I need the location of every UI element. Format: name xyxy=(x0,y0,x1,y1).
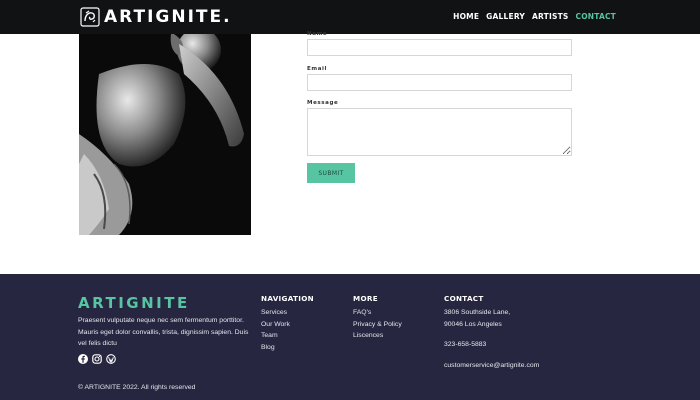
nav-gallery[interactable]: GALLERY xyxy=(486,12,525,21)
logo[interactable]: ARTIGNITE. xyxy=(80,5,232,29)
footer-link-team[interactable]: Team xyxy=(261,330,314,342)
message-field[interactable] xyxy=(307,108,572,156)
wordpress-icon[interactable] xyxy=(106,354,116,364)
contact-heading: CONTACT xyxy=(444,294,484,303)
message-label: Message xyxy=(307,100,339,106)
navigation-heading: NAVIGATION xyxy=(261,294,314,303)
address-line-2: 90046 Los Angeles xyxy=(444,320,502,328)
contact-email-link[interactable]: customerservice@artignite.com xyxy=(444,360,539,372)
footer-link-blog[interactable]: Blog xyxy=(261,342,314,354)
name-label: Name xyxy=(307,31,328,35)
footer-link-our-work[interactable]: Our Work xyxy=(261,319,314,331)
site-header: ARTIGNITE. HOME GALLERY ARTISTS CONTACT xyxy=(0,0,700,34)
footer-link-services[interactable]: Services xyxy=(261,307,314,319)
copyright-text: © ARTIGNITE 2022. All rights reserved xyxy=(78,384,196,391)
nav-contact[interactable]: CONTACT xyxy=(575,12,616,21)
email-field[interactable] xyxy=(307,74,572,91)
footer-link-privacy[interactable]: Privacy & Policy xyxy=(353,319,402,331)
sculpture-image xyxy=(79,34,251,235)
phone-number: 323-658-5883 xyxy=(444,341,487,348)
footer-link-faqs[interactable]: FAQ's xyxy=(353,307,402,319)
more-heading: MORE xyxy=(353,294,378,303)
footer-navigation-column: NAVIGATION Services Our Work Team Blog xyxy=(261,294,314,353)
site-footer: ARTIGNITE Praesent vulputate neque nec s… xyxy=(0,274,700,400)
email-label: Email xyxy=(307,66,327,72)
name-field[interactable] xyxy=(307,39,572,56)
footer-more-column: MORE FAQ's Privacy & Policy Liscences xyxy=(353,294,402,342)
footer-description: Praesent vulputate neque nec sem ferment… xyxy=(78,317,249,347)
logo-text: ARTIGNITE. xyxy=(104,7,232,27)
nav-artists[interactable]: ARTISTS xyxy=(532,12,568,21)
footer-contact-column: CONTACT 3806 Southside Lane, 90046 Los A… xyxy=(444,294,539,371)
logo-mark-icon xyxy=(80,7,100,27)
submit-button[interactable]: SUBMIT xyxy=(307,163,355,183)
footer-brand: ARTIGNITE xyxy=(78,294,190,312)
instagram-icon[interactable] xyxy=(92,354,102,364)
facebook-icon[interactable] xyxy=(78,354,88,364)
main-nav: HOME GALLERY ARTISTS CONTACT xyxy=(453,12,616,21)
address-line-1: 3806 Southside Lane, xyxy=(444,309,511,316)
social-links xyxy=(78,354,116,364)
nav-home[interactable]: HOME xyxy=(453,12,479,21)
footer-link-licences[interactable]: Liscences xyxy=(353,330,402,342)
